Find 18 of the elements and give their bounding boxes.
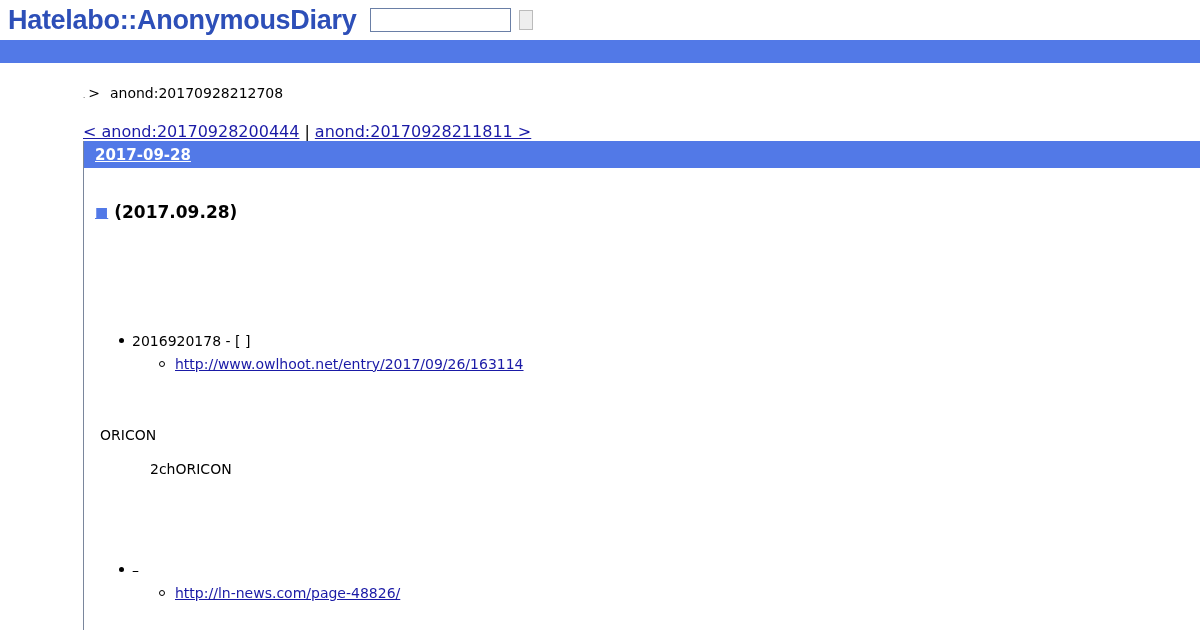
permalink[interactable]: ■: [95, 204, 109, 220]
list-item-text: 2016920178 - [ ]: [132, 332, 251, 349]
pager-separator: |: [304, 122, 310, 141]
url-link[interactable]: http://ln-news.com/page-48826/: [175, 584, 401, 601]
previous-entry-link[interactable]: < anond:20170928200444: [83, 122, 300, 141]
list-item-text: –: [132, 561, 139, 578]
next-entry-link[interactable]: anond:20170928211811 >: [314, 122, 532, 141]
quoted-text: 2chORICON: [150, 461, 233, 477]
date-link[interactable]: 2017-09-28: [95, 145, 191, 164]
url-link[interactable]: http://www.owlhoot.net/entry/2017/09/26/163114: [175, 355, 524, 372]
search-field[interactable]: [370, 8, 512, 32]
breadcrumb-current: anond:20170928212708: [109, 85, 284, 101]
site-logo[interactable]: Hatelabo::AnonymousDiary: [8, 4, 357, 36]
breadcrumb-separator: >: [88, 85, 100, 101]
bullet-icon: [119, 567, 124, 572]
entry-title: (2017.09.28): [114, 202, 238, 222]
bullet-icon: [119, 338, 124, 343]
paragraph: ORICON: [100, 427, 158, 443]
